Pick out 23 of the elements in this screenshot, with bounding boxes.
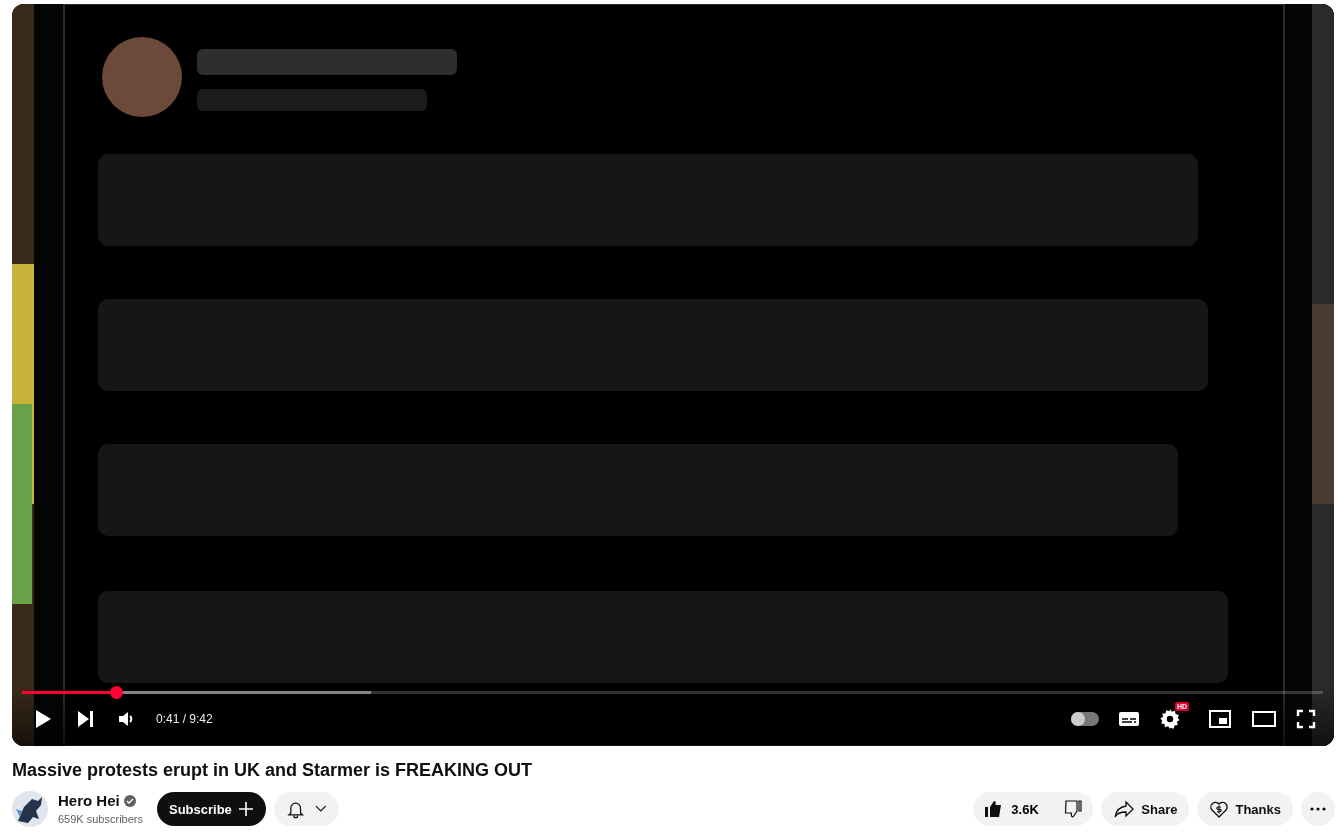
notifications-button[interactable] [273,792,339,826]
share-arrow-icon [1113,799,1136,819]
heart-dollar-icon [1209,799,1230,819]
like-button[interactable]: 3.6K [973,792,1051,826]
fullscreen-icon[interactable] [1296,709,1316,729]
subtitles-icon[interactable] [1118,710,1140,728]
share-button[interactable]: Share [1101,792,1190,826]
chevron-down-icon [315,805,327,813]
plus-icon [237,801,254,817]
more-actions-button[interactable] [1301,792,1335,826]
thumbs-down-icon [1062,799,1083,819]
video-title: Massive protests erupt in UK and Starmer is FREAKING OUT [12,759,533,782]
channel-avatar[interactable] [12,791,48,827]
more-icon [1310,807,1326,811]
subscriber-count: 659K subscribers [58,812,144,827]
time-display: 0:41 / 9:42 [156,712,213,726]
theater-mode-icon[interactable] [1251,710,1277,728]
subscribe-button[interactable]: Subscribe [157,792,266,826]
autoplay-toggle[interactable] [1071,712,1099,726]
miniplayer-icon[interactable] [1208,709,1232,729]
thanks-button[interactable]: Thanks [1197,792,1293,826]
channel-name[interactable]: Hero Hei [58,791,120,811]
thumbs-up-icon [983,799,1004,819]
